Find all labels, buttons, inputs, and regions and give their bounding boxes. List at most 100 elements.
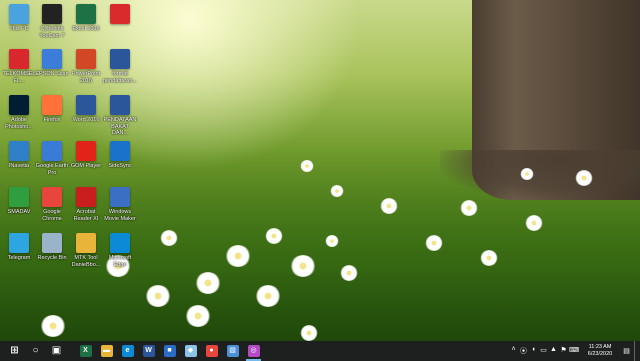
desktop-icon[interactable]: EPSON Scan (35, 49, 69, 78)
desktop-icon[interactable]: Microsoft Edge (103, 233, 137, 268)
recycle-bin-icon (42, 233, 62, 253)
search-icon: ○ (32, 345, 39, 356)
wallpaper-flower (325, 235, 339, 247)
show-desktop-button[interactable] (634, 341, 638, 361)
desktop-icon[interactable]: Google Chrome (35, 187, 69, 222)
desktop-icon[interactable]: This PC (2, 4, 36, 33)
desktop-icon[interactable]: Telegram (2, 233, 36, 262)
network-icon[interactable]: ⦿ (519, 346, 528, 356)
google-earth-icon (42, 141, 62, 161)
desktop-icon[interactable]: Word 2016 (69, 95, 103, 124)
desktop-icon[interactable]: Adobe Photosho... (2, 95, 36, 130)
desktop-icon[interactable]: Windows Movie Maker (103, 187, 137, 222)
desktop-icon-label: Windows Movie Maker (104, 209, 136, 222)
shield-icon[interactable]: ▲ (549, 346, 558, 356)
task-view-button[interactable]: ▣ (46, 341, 67, 361)
task-view-icon: ▣ (51, 345, 62, 356)
desktop-icon[interactable]: INavetia (2, 141, 36, 170)
desktop-icon[interactable]: Google Earth Pro (35, 141, 69, 176)
desktop-icon[interactable]: PENDATAAN BAKAT DAN... (103, 95, 137, 137)
wallpaper-flower (575, 170, 593, 186)
windows-logo-icon: ⊞ (10, 345, 19, 356)
desktop-icon-label: Recycle Bin (37, 255, 67, 261)
chrome-icon: ● (205, 345, 218, 357)
gom-player-icon (76, 141, 96, 161)
word-doc-icon (110, 49, 130, 69)
taskbar-file-explorer[interactable]: ▬ (96, 341, 117, 361)
desktop-icon[interactable] (103, 4, 137, 26)
wallpaper-flower (330, 185, 344, 197)
photoshop-icon (9, 95, 29, 115)
desktop-icon-label: Firefox (43, 117, 61, 123)
volume-icon[interactable]: ◖ (529, 346, 538, 356)
wallpaper-flower (425, 235, 443, 251)
desktop-icon-label: PENDATAAN BAKAT DAN... (103, 117, 137, 136)
flag-icon[interactable]: ⚑ (559, 346, 568, 356)
excel-icon (76, 4, 96, 24)
epson-scan-icon (42, 49, 62, 69)
youcam-icon: ◎ (247, 345, 260, 357)
taskbar-word[interactable]: W (138, 341, 159, 361)
wallpaper-flower (460, 200, 478, 216)
desktop-icon[interactable]: Cyberlink YouCam 7 (35, 4, 69, 39)
clock[interactable]: 11:23 AM 6/23/2020 (581, 344, 619, 358)
wallpaper-flower (480, 250, 498, 266)
powerpoint-icon (76, 49, 96, 69)
taskbar-youcam[interactable]: ◎ (243, 341, 264, 361)
chrome-icon (42, 187, 62, 207)
wallpaper-flower (300, 325, 318, 341)
wallpaper-flower (290, 255, 316, 277)
desktop-icon-label: TELKOMSELFL... (2, 71, 36, 84)
inavetia-icon (9, 141, 29, 161)
desktop-icon[interactable]: MTK Tool DanieBbo... (69, 233, 103, 268)
edge-icon: e (121, 345, 134, 357)
keyboard-icon[interactable]: ⌨ (569, 346, 579, 356)
desktop-icon[interactable]: format pendaftaran... (103, 49, 137, 84)
wallpaper-flower (145, 285, 171, 307)
wallpaper-flower (255, 285, 281, 307)
wallpaper-flower (340, 265, 358, 281)
desktop-icon-label: This PC (9, 26, 29, 32)
desktop-icon[interactable]: Acrobat Reader XI (69, 187, 103, 222)
system-tray: ˄ ⦿ ◖ ▭ ▲ ⚑ ⌨ 11:23 AM 6/23/2020 ▤ (509, 341, 640, 361)
taskbar-paint[interactable]: ▧ (222, 341, 243, 361)
desktop-icon-label: Microsoft Edge (108, 255, 132, 268)
desktop-icon-label: Cyberlink YouCam 7 (39, 26, 65, 39)
desktop-icon[interactable]: PowerPoint 2016 (69, 49, 103, 84)
shortcut-icon (110, 4, 130, 24)
taskbar-app[interactable]: ◆ (180, 341, 201, 361)
taskbar-excel[interactable]: X (75, 341, 96, 361)
smadav-icon (9, 187, 29, 207)
desktop-icon[interactable]: GOM Player (69, 141, 103, 170)
desktop-icon-label: GOM Player (70, 163, 102, 169)
desktop-icon[interactable]: SideSync (103, 141, 137, 170)
notification-icon[interactable]: ▤ (622, 347, 631, 355)
desktop-icon-label: format pendaftaran... (103, 71, 137, 84)
paint-icon: ▧ (226, 345, 239, 357)
desktop-icon-label: Excel 2016 (72, 26, 100, 32)
battery-icon[interactable]: ▭ (539, 346, 548, 356)
taskbar-chrome[interactable]: ● (201, 341, 222, 361)
taskbar-edge[interactable]: e (117, 341, 138, 361)
desktop-icon-label: Word 2016 (72, 117, 100, 123)
desktop-icon[interactable]: Recycle Bin (35, 233, 69, 262)
desktop-icon[interactable]: Excel 2016 (69, 4, 103, 33)
wallpaper-flower (265, 228, 283, 244)
desktop-icon[interactable]: SMADAV (2, 187, 36, 216)
start-button[interactable]: ⊞ (4, 341, 25, 361)
desktop-icon[interactable]: Firefox (35, 95, 69, 124)
desktop[interactable]: This PC Cyberlink YouCam 7 Excel 2016 TELKO… (0, 0, 640, 341)
word-icon (76, 95, 96, 115)
chevron-up-icon[interactable]: ˄ (509, 346, 518, 356)
taskbar-store[interactable]: ■ (159, 341, 180, 361)
wallpaper-flower (520, 168, 534, 180)
search-button[interactable]: ○ (25, 341, 46, 361)
wallpaper-flower (160, 230, 178, 246)
desktop-icon-label: EPSON Scan (35, 71, 69, 77)
app-icon: ◆ (184, 345, 197, 357)
edge-icon (110, 233, 130, 253)
wallpaper-flower (40, 315, 66, 337)
desktop-icon[interactable]: TELKOMSELFL... (2, 49, 36, 84)
desktop-icon-label: INavetia (8, 163, 30, 169)
sidesync-icon (110, 141, 130, 161)
